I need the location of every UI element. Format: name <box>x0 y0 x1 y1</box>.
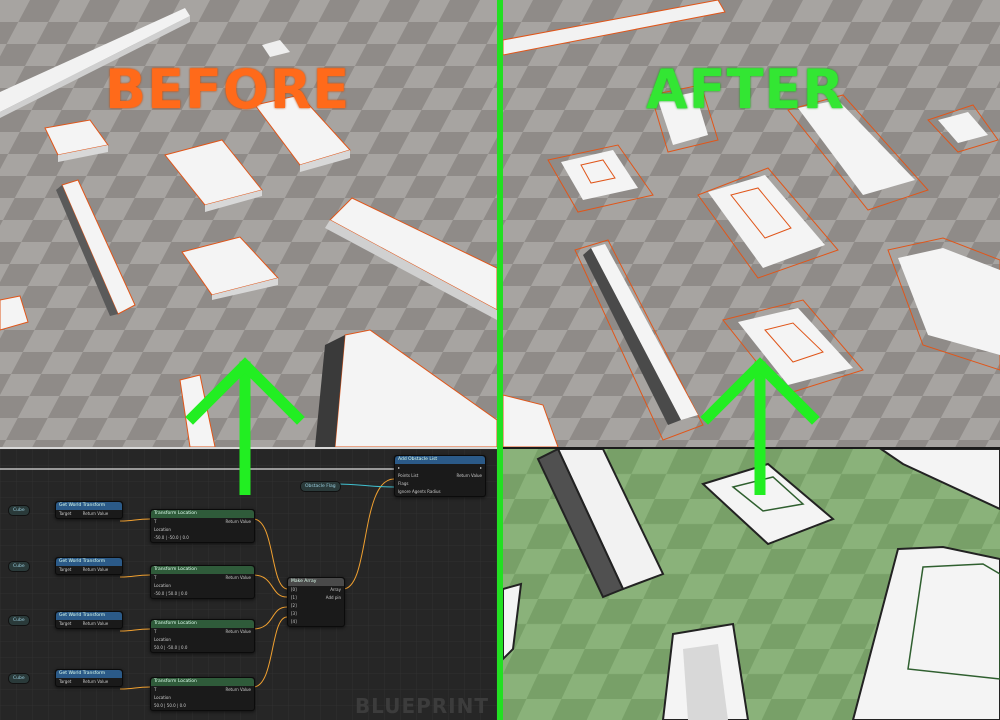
blueprint-watermark: BLUEPRINT <box>354 694 489 718</box>
transform-location-node[interactable]: Transform Location T Return Value Locati… <box>150 619 255 653</box>
cube-variable-node[interactable]: Cube <box>8 561 30 572</box>
up-arrow-icon <box>700 357 820 495</box>
add-obstacle-list-node[interactable]: Add Obstacle List ▸ ▸ Points List Return … <box>394 455 486 497</box>
get-world-transform-node[interactable]: Get World Transform Target Return Value <box>55 611 123 629</box>
get-world-transform-node[interactable]: Get World Transform Target Return Value <box>55 501 123 519</box>
cube-variable-node[interactable]: Cube <box>8 615 30 626</box>
make-array-node[interactable]: Make Array [0] Array [1] Add pin [2] [3] [… <box>287 577 345 627</box>
get-world-transform-node[interactable]: Get World Transform Target Return Value <box>55 669 123 687</box>
vertical-divider <box>497 0 503 720</box>
toon-block <box>661 622 750 720</box>
after-label: AFTER <box>646 58 845 121</box>
up-arrow-icon <box>185 357 305 495</box>
before-label: BEFORE <box>105 58 351 121</box>
get-world-transform-node[interactable]: Get World Transform Target Return Value <box>55 557 123 575</box>
cube-variable-node[interactable]: Cube <box>8 673 30 684</box>
obstacle-flag-variable-node[interactable]: Obstacle Flag <box>300 481 341 492</box>
transform-location-node[interactable]: Transform Location T Return Value Locati… <box>150 565 255 599</box>
transform-location-node[interactable]: Transform Location T Return Value Locati… <box>150 677 255 711</box>
transform-location-node[interactable]: Transform Location T Return Value Locati… <box>150 509 255 543</box>
cube-variable-node[interactable]: Cube <box>8 505 30 516</box>
